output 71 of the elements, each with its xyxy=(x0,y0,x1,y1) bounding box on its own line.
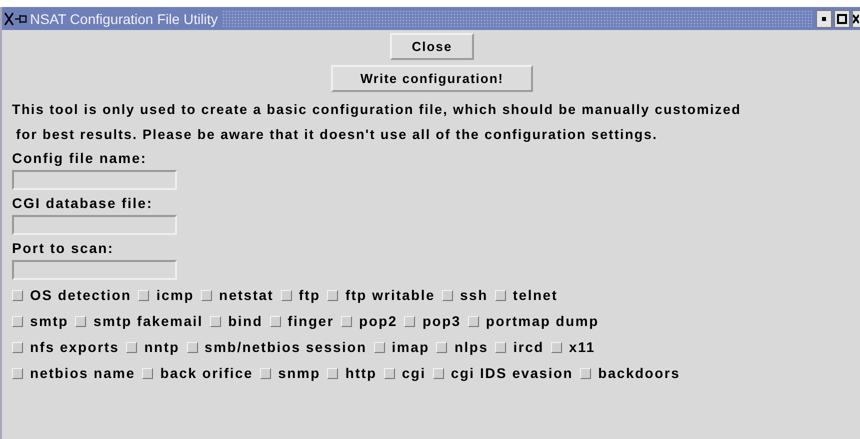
checkbox-label: netstat xyxy=(219,287,274,303)
checkbox[interactable] xyxy=(442,290,454,300)
checkbox[interactable] xyxy=(126,342,138,352)
checkbox[interactable] xyxy=(12,342,23,352)
checkbox-label: smb/netbios session xyxy=(204,339,367,355)
checkbox-label: icmp xyxy=(156,287,194,303)
checkbox[interactable] xyxy=(186,342,198,352)
checkbox-label: nfs exports xyxy=(30,339,120,355)
checkbox[interactable] xyxy=(468,316,479,326)
checkbox-label: finger xyxy=(288,313,334,329)
checkbox[interactable] xyxy=(550,342,562,352)
checkbox-label: http xyxy=(345,365,377,381)
checkbox-label: ftp writable xyxy=(345,287,436,303)
checkbox-label: snmp xyxy=(278,365,320,381)
checkbox-label: pop3 xyxy=(422,313,461,329)
input-field[interactable] xyxy=(12,215,177,235)
description-text: for best results. Please be aware that it doesn't use all of the configuration settings. xyxy=(15,126,658,144)
checkbox[interactable] xyxy=(138,290,150,300)
checkbox-label: imap xyxy=(392,339,430,355)
checkbox[interactable] xyxy=(436,342,448,352)
field-label: Config file name: xyxy=(12,149,148,168)
checkbox[interactable] xyxy=(12,368,23,378)
checkbox-label: OS detection xyxy=(30,287,132,303)
checkbox[interactable] xyxy=(210,316,222,326)
checkbox[interactable] xyxy=(494,290,506,300)
checkbox-label: portmap dump xyxy=(486,313,599,329)
checkbox-label: nntp xyxy=(144,339,180,355)
checkbox-label: telnet xyxy=(512,287,558,303)
checkbox-label: bind xyxy=(228,313,263,329)
checkbox-label: pop2 xyxy=(359,313,398,329)
checkbox[interactable] xyxy=(12,290,23,300)
checkbox[interactable] xyxy=(327,290,338,300)
checkbox[interactable] xyxy=(201,290,212,300)
close-icon[interactable] xyxy=(852,10,860,28)
checkbox-label: x11 xyxy=(568,339,596,355)
checkbox[interactable] xyxy=(260,368,272,378)
checkbox[interactable] xyxy=(404,316,416,326)
close-button[interactable]: Close xyxy=(390,33,474,60)
checkbox-label: netbios name xyxy=(30,365,136,381)
checkbox[interactable] xyxy=(432,368,444,378)
checkbox-label: back orifice xyxy=(160,365,254,381)
input-field[interactable] xyxy=(12,170,177,190)
checkbox[interactable] xyxy=(270,316,281,326)
maximize-icon[interactable] xyxy=(834,10,850,28)
checkbox[interactable] xyxy=(327,368,338,378)
field-label: Port to scan: xyxy=(12,239,115,258)
checkbox-label: smtp xyxy=(30,313,68,329)
window-title: NSAT Configuration File Utility xyxy=(30,10,218,26)
checkbox-label: ftp xyxy=(298,287,320,303)
write-button[interactable]: Write configuration! xyxy=(331,65,533,92)
checkbox-label: backdoors xyxy=(598,365,680,381)
checkbox[interactable] xyxy=(374,342,385,352)
checkbox[interactable] xyxy=(384,368,395,378)
pin-icon[interactable] xyxy=(4,12,28,26)
checkbox-label: ssh xyxy=(460,287,488,303)
checkbox[interactable] xyxy=(495,342,506,352)
checkbox-label: nlps xyxy=(454,339,488,355)
field-label: CGI database file: xyxy=(12,194,154,213)
checkbox[interactable] xyxy=(142,368,154,378)
checkbox-label: smtp fakemail xyxy=(93,313,204,329)
input-field[interactable] xyxy=(12,260,177,280)
checkbox[interactable] xyxy=(341,316,352,326)
checkbox-label: cgi xyxy=(402,365,426,381)
checkbox[interactable] xyxy=(580,368,592,378)
checkbox-label: ircd xyxy=(513,339,544,355)
checkbox[interactable] xyxy=(280,290,292,300)
checkbox[interactable] xyxy=(12,316,23,326)
checkbox[interactable] xyxy=(75,316,86,326)
minimize-icon[interactable] xyxy=(816,10,832,28)
checkbox-label: cgi IDS evasion xyxy=(450,365,574,381)
description-text: This tool is only used to create a basic configuration file, which should be manually customized xyxy=(12,101,742,119)
